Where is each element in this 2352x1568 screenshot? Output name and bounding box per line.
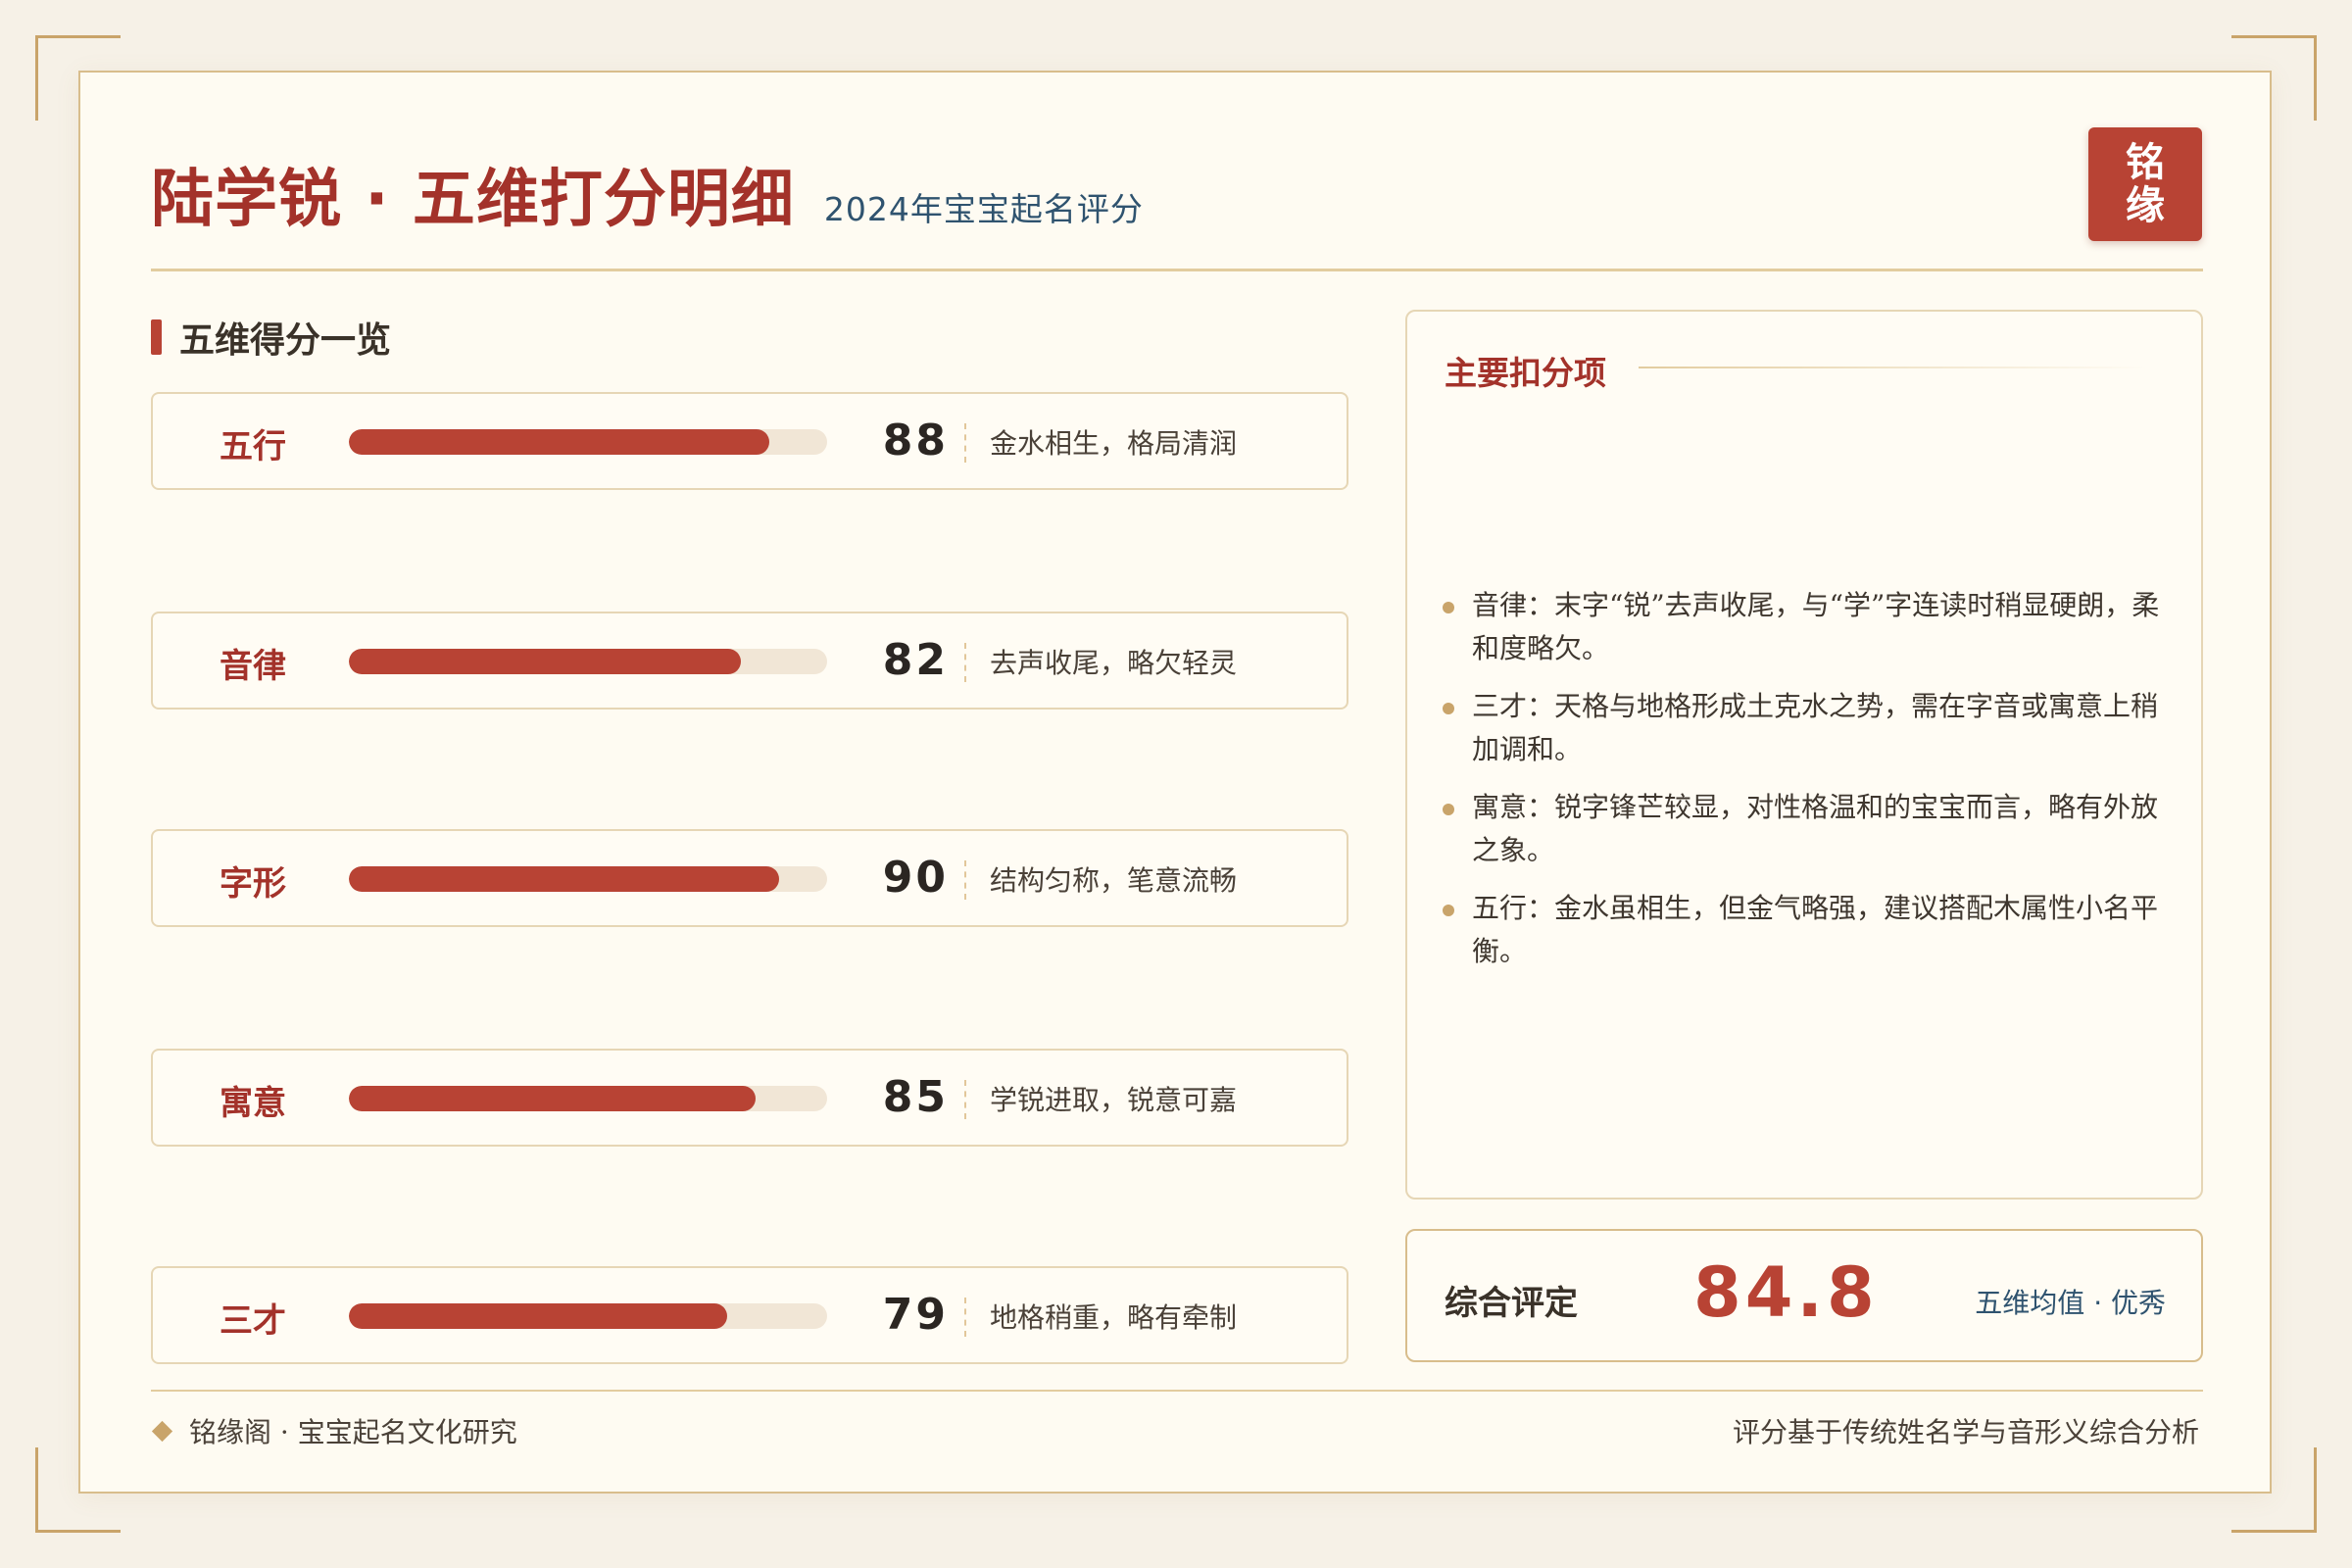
score-label: 音律: [220, 647, 286, 686]
summary-label: 综合评定: [1445, 1284, 1578, 1323]
summary-score: 84.8: [1693, 1252, 1879, 1333]
score-value: 88: [882, 416, 949, 466]
score-bar-fill: [349, 866, 780, 892]
deductions-title: 主要扣分项: [1445, 354, 1606, 392]
score-divider: [964, 643, 966, 682]
footer-divider: [151, 1390, 2203, 1392]
section-marker: [151, 319, 162, 355]
score-row-zixing: 字形 90 结构匀称，笔意流畅: [151, 829, 1348, 927]
score-value: 82: [882, 635, 949, 685]
score-row-yinlv: 音律 82 去声收尾，略欠轻灵: [151, 612, 1348, 710]
deduction-item: 音律：末字“锐”去声收尾，与“学”字连读时稍显硬朗，柔和度略欠。: [1443, 584, 2168, 670]
score-divider: [964, 860, 966, 900]
score-row-sancai: 三才 79 地格稍重，略有牵制: [151, 1266, 1348, 1364]
score-card: 陆学锐 · 五维打分明细 2024年宝宝起名评分 铭 缘 五维得分一览 五行 8…: [78, 71, 2272, 1494]
deduction-item: 五行：金水虽相生，但金气略强，建议搭配木属性小名平衡。: [1443, 887, 2168, 973]
score-bar-track: [349, 649, 827, 674]
page-title: 陆学锐 · 五维打分明细: [151, 164, 795, 236]
seal-char: 缘: [2126, 183, 2165, 228]
deduction-text: 音律：末字“锐”去声收尾，与“学”字连读时稍显硬朗，柔和度略欠。: [1472, 589, 2160, 664]
deduction-item: 寓意：锐字锋芒较显，对性格温和的宝宝而言，略有外放之象。: [1443, 786, 2168, 872]
score-divider: [964, 423, 966, 463]
score-label: 三才: [220, 1301, 286, 1341]
header-divider: [151, 269, 2203, 271]
section-label: 五维得分一览: [179, 320, 392, 361]
footer-brand-text: 铭缘阁 · 宝宝起名文化研究: [189, 1416, 517, 1448]
score-note: 学锐进取，锐意可嘉: [990, 1084, 1238, 1116]
score-bar-track: [349, 1303, 827, 1329]
summary-note: 五维均值 · 优秀: [1975, 1287, 2166, 1319]
score-bar-fill: [349, 429, 770, 455]
score-value: 90: [882, 853, 949, 903]
score-divider: [964, 1080, 966, 1119]
score-bar-track: [349, 429, 827, 455]
score-label: 字形: [220, 864, 286, 904]
score-note: 金水相生，格局清润: [990, 427, 1238, 460]
score-row-wuxing: 五行 88 金水相生，格局清润: [151, 392, 1348, 490]
score-label: 五行: [220, 427, 286, 466]
deduction-item: 三才：天格与地格形成土克水之势，需在字音或寓意上稍加调和。: [1443, 685, 2168, 771]
score-bar-track: [349, 866, 827, 892]
bullet-dot-icon: [1443, 905, 1454, 916]
bullet-dot-icon: [1443, 602, 1454, 613]
score-bar-track: [349, 1086, 827, 1111]
deductions-title-rule: [1639, 367, 2148, 368]
summary-box: 综合评定 84.8 五维均值 · 优秀: [1405, 1229, 2203, 1362]
footer-brand: 铭缘阁 · 宝宝起名文化研究: [151, 1411, 517, 1450]
seal-logo: 铭 缘: [2088, 127, 2202, 241]
score-note: 去声收尾，略欠轻灵: [990, 647, 1238, 679]
score-divider: [964, 1298, 966, 1337]
footer-note: 评分基于传统姓名学与音形义综合分析: [1732, 1416, 2199, 1448]
score-note: 结构匀称，笔意流畅: [990, 864, 1238, 897]
deduction-text: 五行：金水虽相生，但金气略强，建议搭配木属性小名平衡。: [1472, 892, 2159, 967]
bullet-dot-icon: [1443, 703, 1454, 714]
score-note: 地格稍重，略有牵制: [990, 1301, 1238, 1334]
deductions-list: 音律：末字“锐”去声收尾，与“学”字连读时稍显硬朗，柔和度略欠。 三才：天格与地…: [1443, 584, 2168, 988]
deductions-panel: 主要扣分项 音律：末字“锐”去声收尾，与“学”字连读时稍显硬朗，柔和度略欠。 三…: [1405, 310, 2203, 1200]
section-title: 五维得分一览: [151, 312, 391, 363]
deduction-text: 三才：天格与地格形成土克水之势，需在字音或寓意上稍加调和。: [1472, 690, 2159, 765]
score-bar-fill: [349, 649, 742, 674]
seal-char: 铭: [2126, 140, 2165, 185]
score-row-yuyi: 寓意 85 学锐进取，锐意可嘉: [151, 1049, 1348, 1147]
score-value: 85: [882, 1072, 949, 1122]
score-value: 79: [882, 1290, 949, 1340]
score-bar-fill: [349, 1303, 727, 1329]
bullet-dot-icon: [1443, 804, 1454, 815]
score-bar-fill: [349, 1086, 756, 1111]
diamond-icon: [151, 1420, 173, 1442]
page-header: 陆学锐 · 五维打分明细 2024年宝宝起名评分: [151, 149, 1144, 239]
deduction-text: 寓意：锐字锋芒较显，对性格温和的宝宝而言，略有外放之象。: [1472, 791, 2159, 866]
score-label: 寓意: [220, 1084, 286, 1123]
page-subtitle: 2024年宝宝起名评分: [823, 190, 1144, 228]
